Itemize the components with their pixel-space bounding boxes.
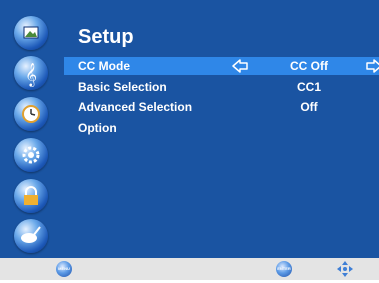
clock-icon[interactable] <box>14 97 48 131</box>
audio-icon[interactable]: 𝄞 <box>14 56 48 90</box>
lock-icon[interactable] <box>14 179 48 213</box>
menu-button-label: MENU <box>58 266 70 271</box>
enter-button[interactable]: ENTER <box>276 261 292 277</box>
sidebar: 𝄞 <box>0 0 64 258</box>
dpad-icon <box>336 260 354 278</box>
picture-icon[interactable] <box>14 16 48 50</box>
main-panel: Setup CC Mode CC Off Basic Selection CC1… <box>64 0 379 258</box>
menu-row-value: CC Off <box>290 59 328 73</box>
arrow-left-icon[interactable] <box>232 58 248 74</box>
menu-row-cc-mode[interactable]: CC Mode CC Off <box>64 57 379 75</box>
menu-row-label: CC Mode <box>78 59 130 73</box>
setup-icon[interactable] <box>14 138 48 172</box>
page-title: Setup <box>78 26 134 48</box>
menu-row-advanced-selection[interactable]: Advanced Selection Off <box>64 98 379 116</box>
menu-row-value: Off <box>300 100 318 114</box>
menu-row-label: Option <box>78 121 117 135</box>
menu-row-label: Advanced Selection <box>78 100 193 114</box>
svg-text:𝄞: 𝄞 <box>25 62 37 87</box>
menu-button[interactable]: MENU <box>56 261 72 277</box>
menu-row-value: CC1 <box>296 80 321 94</box>
arrow-right-icon[interactable] <box>366 58 379 74</box>
channel-icon[interactable] <box>14 219 48 253</box>
enter-button-label: ENTER <box>277 266 291 271</box>
menu-row-basic-selection[interactable]: Basic Selection CC1 <box>64 78 379 96</box>
menu-row-label: Basic Selection <box>78 80 167 94</box>
tv-menu-screen: 𝄞 Setup CC Mode CC Off Basic Selection C… <box>0 0 379 280</box>
menu-row-option[interactable]: Option <box>64 119 379 137</box>
footer-bar: MENU ENTER <box>0 258 379 280</box>
